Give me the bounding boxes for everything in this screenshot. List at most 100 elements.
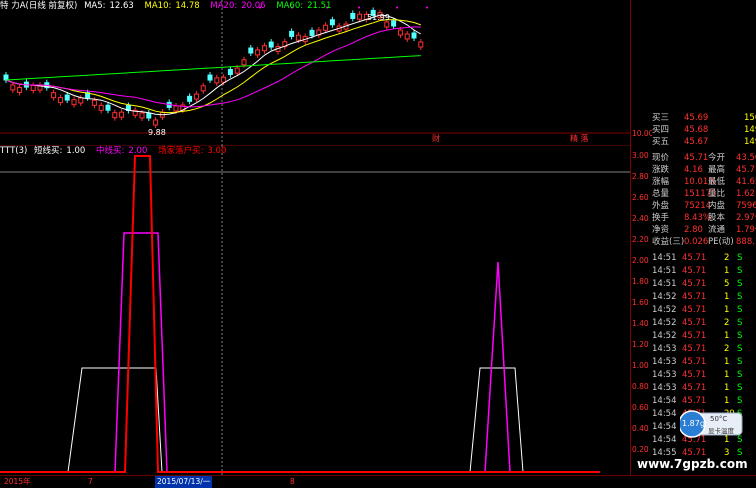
candle <box>227 68 233 75</box>
trade-time: 14:54 <box>652 396 677 406</box>
gpu-temp-widget[interactable]: 1.87g 50°C 显卡温度 <box>678 410 744 438</box>
trade-time: 14:53 <box>652 344 677 354</box>
candle <box>404 33 410 40</box>
candle <box>234 67 240 74</box>
candle <box>30 84 36 91</box>
candle <box>119 111 125 118</box>
stat-label-2: 内盘 <box>708 201 726 211</box>
short-buy-legend: 短线买: 1.00 <box>34 146 86 156</box>
candle <box>295 34 301 41</box>
indicator-axis-tick: 1.00 <box>632 361 649 370</box>
trade-time: 14:52 <box>652 331 677 341</box>
stat-value: 2.80 <box>684 225 703 235</box>
candle <box>153 119 159 126</box>
stat-value: 75214 <box>684 201 712 211</box>
stat-value: 45.71 <box>684 153 709 163</box>
candle <box>17 86 23 93</box>
stat-value-2: 75961 <box>736 201 756 211</box>
indicator-chart[interactable] <box>0 145 630 475</box>
candle <box>64 94 70 101</box>
ma-legend: 特 力A(日线 前复权) MA5: 12.63 MA10: 14.78 MA20: 2… <box>0 0 339 12</box>
trade-price: 45.71 <box>682 331 707 341</box>
trade-volume: 2 <box>724 253 730 263</box>
candle <box>418 41 424 48</box>
trade-side: S <box>737 344 743 354</box>
trade-side: S <box>737 396 743 406</box>
trade-price: 45.71 <box>682 370 707 380</box>
quote-stat-row: 净资 2.80 流通 1.79亿 <box>652 224 756 236</box>
time-axis-cursor-date: 2015/07/13/一 <box>155 476 213 488</box>
bid-level-price: 45.68 <box>684 125 709 135</box>
candle <box>146 112 152 119</box>
candle <box>241 59 247 66</box>
stat-label-2: PE(动) <box>708 237 734 247</box>
trade-time: 14:54 <box>652 409 677 419</box>
candle <box>71 99 77 106</box>
candle <box>173 105 179 112</box>
trade-tick-row: 14:51 45.71 2 S <box>652 252 756 264</box>
trade-volume: 5 <box>724 279 730 289</box>
candle <box>329 19 335 26</box>
trade-price: 45.71 <box>682 357 707 367</box>
trade-volume: 1 <box>724 396 730 406</box>
trade-side: S <box>737 253 743 263</box>
stat-value-2: 2.97亿 <box>736 213 756 223</box>
quote-stat-row: 总量 151175 量比 1.62 <box>652 188 756 200</box>
indicator-axis-tick: 2.60 <box>632 193 649 202</box>
trade-price: 45.71 <box>682 292 707 302</box>
trade-side: S <box>737 292 743 302</box>
trade-time: 14:51 <box>652 279 677 289</box>
time-axis: 2015年 7 2015/07/13/一 8 <box>0 475 756 488</box>
price-chart[interactable]: • • • • • • 51.99 9.88 财 精 落 <box>0 0 630 145</box>
trade-tick-row: 14:52 45.71 1 S <box>652 291 756 303</box>
trade-price: 45.71 <box>682 266 707 276</box>
candle <box>397 29 403 36</box>
indicator-axis-tick: 1.40 <box>632 319 649 328</box>
stat-value: 0.026 <box>684 237 709 247</box>
low-price-label: 9.88 <box>148 128 166 137</box>
candle <box>105 104 111 111</box>
bid-level-label: 买四 <box>652 125 670 135</box>
ma60-line <box>5 55 421 81</box>
bid-level-row: 买五 45.67 149 <box>652 136 756 148</box>
quote-stat-row: 收益(三) 0.026 PE(动) 888.1 <box>652 236 756 248</box>
indicator-axis-tick: 0.60 <box>632 403 649 412</box>
price-axis-tick: 10.00 <box>632 129 654 138</box>
bid-level-price: 45.69 <box>684 113 709 123</box>
candle <box>268 41 274 48</box>
stat-value-2: 45.71 <box>736 165 756 175</box>
trade-tick-row: 14:51 45.71 5 S <box>652 278 756 290</box>
main-buy-legend: 场家落户买: 3.00 <box>158 146 227 156</box>
trade-time: 14:51 <box>652 253 677 263</box>
time-axis-month-7: 7 <box>88 477 93 486</box>
bid-level-label: 买五 <box>652 137 670 147</box>
stat-label: 收益(三) <box>652 237 685 247</box>
stat-label-2: 流通 <box>708 225 726 235</box>
trade-side: S <box>737 266 743 276</box>
chart-title: 特 力A(日线 前复权) <box>0 1 78 11</box>
quote-stat-row: 涨跌 4.16 最高 45.71 <box>652 164 756 176</box>
trade-volume: 1 <box>724 370 730 380</box>
time-axis-year: 2015年 <box>4 477 31 486</box>
trade-time: 14:53 <box>652 370 677 380</box>
candle <box>207 74 213 81</box>
stat-label-2: 今开 <box>708 153 726 163</box>
bid-level-row: 买三 45.69 150 <box>652 112 756 124</box>
bid-level-volume: 149 <box>744 137 756 147</box>
mid-buy-legend: 中线买: 2.00 <box>96 146 148 156</box>
stat-label: 涨幅 <box>652 177 670 187</box>
trade-time: 14:51 <box>652 266 677 276</box>
indicator-axis-tick: 0.20 <box>632 445 649 454</box>
candle <box>411 32 417 39</box>
event-marker-finance[interactable]: 财 <box>432 133 440 143</box>
candle <box>248 47 254 54</box>
stat-label: 外盘 <box>652 201 670 211</box>
event-marker-other[interactable]: 精 落 <box>570 133 589 143</box>
ma60-legend: MA60: 21.51 <box>276 1 332 11</box>
candle <box>221 76 227 83</box>
ma5-legend: MA5: 12.63 <box>84 1 134 11</box>
trade-volume: 1 <box>724 357 730 367</box>
indicator-axis-tick: 1.80 <box>632 277 649 286</box>
trade-side: S <box>737 305 743 315</box>
stat-label-2: 最低 <box>708 177 726 187</box>
